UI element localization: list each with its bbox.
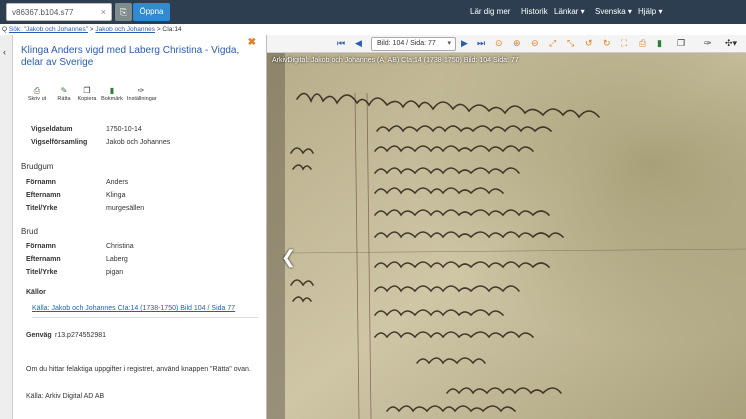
- address-input-value[interactable]: v86367.b104.s77: [12, 8, 73, 17]
- bride-first-name-label: Förnamn: [26, 243, 56, 250]
- open-button[interactable]: Öppna: [133, 3, 170, 21]
- address-input[interactable]: v86367.b104.s77 ×: [6, 3, 112, 21]
- fullscreen-icon[interactable]: ⛶: [621, 38, 627, 49]
- nav-links[interactable]: Länkar ▾: [554, 7, 585, 16]
- wrench-icon[interactable]: ✑: [704, 38, 712, 49]
- left-collapse-strip[interactable]: ‹: [0, 35, 13, 419]
- breadcrumb: Q Sök: "Jakob och Johannes" > Jakob och …: [0, 24, 746, 35]
- groom-first-name-label: Förnamn: [26, 179, 56, 186]
- chevron-left-icon[interactable]: ❮: [281, 247, 296, 268]
- next-page-icon[interactable]: ▶: [461, 38, 468, 49]
- breadcrumb-volume: CIa:14: [162, 26, 182, 33]
- last-page-icon[interactable]: ⏭: [477, 38, 485, 49]
- bookmark-icon: ▮: [109, 86, 115, 95]
- marriage-parish-value: Jakob och Johannes: [106, 139, 171, 146]
- bride-title-label: Titel/Yrke: [26, 269, 58, 276]
- first-page-icon[interactable]: ⏮: [337, 38, 345, 49]
- zoom-out-icon[interactable]: ⊖: [531, 38, 539, 49]
- correction-note: Om du hittar felaktiga uppgifter i regis…: [26, 366, 251, 373]
- bride-heading: Brud: [21, 227, 38, 236]
- shortcut-label: Genväg: [26, 332, 52, 339]
- page-select-value: Bild: 104 / Sida: 77: [377, 40, 436, 47]
- fit-width-icon[interactable]: ⤢: [549, 38, 556, 49]
- previous-page-icon[interactable]: ◀: [355, 38, 362, 49]
- print-image-icon[interactable]: ⎙: [639, 38, 646, 49]
- source-link[interactable]: Källa: Jakob och Johannes CIa:14 (1738-1…: [32, 305, 235, 312]
- copy-label: Kopiera: [77, 96, 97, 102]
- breadcrumb-search-link[interactable]: Sök: "Jakob och Johannes": [9, 26, 88, 33]
- bookmark-image-icon[interactable]: ▮: [657, 38, 662, 49]
- copy-button[interactable]: ❐ Kopiera: [75, 86, 99, 102]
- history-icon: ⎘: [119, 7, 128, 17]
- bride-title-value: pigan: [106, 269, 124, 276]
- clear-icon[interactable]: ×: [101, 7, 106, 17]
- settings-label: Inställningar: [127, 96, 157, 102]
- print-label: Skriv ut: [27, 96, 47, 102]
- top-navbar: v86367.b104.s77 × ⎘ Öppna Lär dig mer Hi…: [0, 0, 746, 24]
- wrench-icon: ✑: [137, 86, 145, 95]
- print-button[interactable]: ⎙ Skriv ut: [25, 86, 49, 102]
- shortcut-value: r13.p274552981: [55, 332, 106, 339]
- search-icon: Q: [2, 26, 8, 33]
- nav-help[interactable]: Hjälp ▾: [638, 7, 662, 16]
- groom-last-name-value: Klinga: [106, 192, 126, 199]
- bookmark-label: Bokmärk: [101, 96, 123, 102]
- breadcrumb-separator: >: [89, 26, 94, 33]
- nav-learn-more[interactable]: Lär dig mer: [470, 7, 510, 16]
- pencil-icon: ✎: [60, 86, 68, 95]
- groom-last-name-label: Efternamn: [26, 192, 61, 199]
- marriage-parish-label: Vigselförsamling: [31, 139, 88, 146]
- fit-height-icon[interactable]: ⤡: [567, 38, 574, 49]
- sources-heading: Källor: [26, 289, 46, 296]
- page-select[interactable]: Bild: 104 / Sida: 77 ▾: [371, 37, 456, 51]
- zoom-fit-icon[interactable]: ⊙: [495, 38, 503, 49]
- print-icon: ⎙: [33, 86, 41, 95]
- history-control-button[interactable]: ⎘: [115, 3, 132, 21]
- bookmark-button[interactable]: ▮ Bokmärk: [100, 86, 124, 102]
- marriage-date-value: 1750-10-14: [106, 126, 142, 133]
- nav-history[interactable]: Historik: [521, 7, 548, 16]
- rotate-left-icon[interactable]: ↺: [585, 38, 593, 49]
- image-toolbar: ⏮ ◀ Bild: 104 / Sida: 77 ▾ ▶ ⏭ ⊙ ⊕ ⊖ ⤢ ⤡…: [267, 35, 746, 53]
- breadcrumb-parish-link[interactable]: Jakob och Johannes: [95, 26, 155, 33]
- breadcrumb-separator: >: [156, 26, 161, 33]
- bride-last-name-label: Efternamn: [26, 256, 61, 263]
- manuscript-image: [267, 53, 746, 419]
- record-title: Klinga Anders vigd med Laberg Christina …: [21, 45, 240, 68]
- bride-last-name-value: Laberg: [106, 256, 128, 263]
- chevron-left-icon[interactable]: ‹: [3, 47, 6, 57]
- bride-first-name-value: Christina: [106, 243, 134, 250]
- settings-button[interactable]: ✑ Inställningar: [127, 86, 157, 102]
- groom-heading: Brudgum: [21, 162, 54, 171]
- groom-title-label: Titel/Yrke: [26, 205, 58, 212]
- archive-image-viewer[interactable]: ArkivDigital: Jakob och Johannes (A, AB)…: [267, 53, 746, 419]
- nav-language[interactable]: Svenska ▾: [595, 7, 632, 16]
- rotate-right-icon[interactable]: ↻: [603, 38, 611, 49]
- correct-button[interactable]: ✎ Rätta: [52, 86, 76, 102]
- record-info-panel: ✖ Klinga Anders vigd med Laberg Christin…: [13, 35, 267, 419]
- copy-icon: ❐: [83, 86, 91, 95]
- marriage-date-label: Vigseldatum: [31, 126, 73, 133]
- correct-label: Rätta: [57, 96, 71, 102]
- source-provider: Källa: Arkiv Digital AD AB: [26, 393, 105, 400]
- zoom-in-icon[interactable]: ⊕: [513, 38, 521, 49]
- groom-first-name-value: Anders: [106, 179, 129, 186]
- image-caption: ArkivDigital: Jakob och Johannes (A, AB)…: [272, 57, 519, 64]
- copy-image-icon[interactable]: ❐: [677, 38, 685, 49]
- settings-menu-icon[interactable]: ✣▾: [725, 38, 737, 49]
- source-divider: [32, 317, 258, 318]
- chevron-down-icon: ▾: [447, 40, 451, 47]
- groom-title-value: murgesällen: [106, 205, 145, 212]
